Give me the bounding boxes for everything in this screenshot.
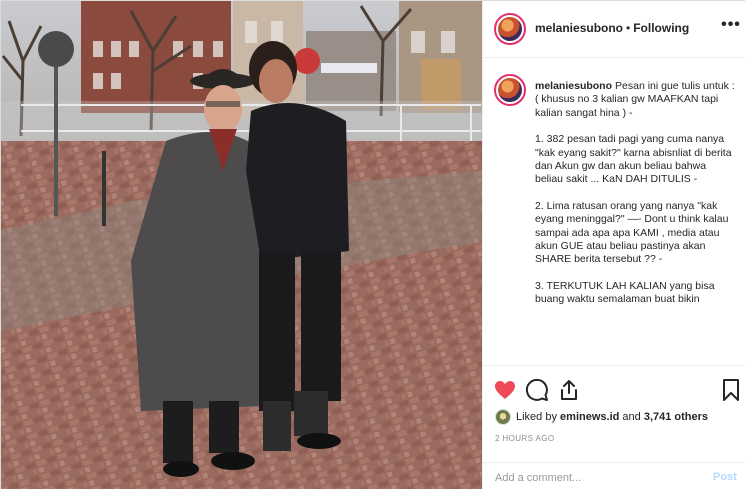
separator-dot: • [626,21,631,35]
comment-icon[interactable] [525,378,549,402]
likes-prefix: Liked by [516,411,557,423]
post-side-panel: melaniesubono • Following ••• melaniesubon… [482,1,745,489]
post-photo[interactable] [1,1,482,489]
more-icon[interactable]: ••• [721,17,741,37]
heart-icon[interactable] [493,378,517,402]
others-likes-link[interactable]: 3,741 others [644,411,708,423]
post-header: melaniesubono • Following ••• [483,1,745,58]
caption-paragraph: 2. Lima ratusan orang yang nanya "kak ey… [535,199,732,266]
caption-avatar[interactable] [494,74,526,106]
following-button[interactable]: Following [633,21,689,35]
username-link[interactable]: melaniesubono [535,21,623,35]
comment-bar: Post [483,462,745,489]
share-icon[interactable] [557,378,581,402]
action-section: Liked by eminews.id and 3,741 others 2 H… [483,365,745,489]
liker-username-link[interactable]: eminews.id [560,411,619,423]
liker-avatar[interactable] [495,409,511,425]
post-timestamp[interactable]: 2 HOURS AGO [495,434,555,443]
bookmark-icon[interactable] [719,378,743,402]
likes-line: Liked by eminews.id and 3,741 others [495,408,708,426]
comment-input[interactable] [495,470,695,486]
caption-paragraph: 3. TERKUTUK LAH KALIAN yang bisa buang w… [535,279,718,306]
likes-middle: and [622,411,641,423]
instagram-post: melaniesubono • Following ••• melaniesubon… [0,0,745,489]
caption-section: melaniesubono Pesan ini gue tulis untuk :… [483,59,745,364]
avatar[interactable] [494,13,526,45]
post-comment-button[interactable]: Post [713,471,737,483]
caption-username-link[interactable]: melaniesubono [535,80,612,92]
caption-paragraph: 1. 382 pesan tadi pagi yang cuma nanya "… [535,133,735,186]
header-username-line: melaniesubono • Following [535,21,689,35]
caption-text: melaniesubono Pesan ini gue tulis untuk :… [535,80,735,320]
photo-illustration [1,1,482,489]
caption-paragraph: melaniesubono Pesan ini gue tulis untuk :… [535,80,735,119]
